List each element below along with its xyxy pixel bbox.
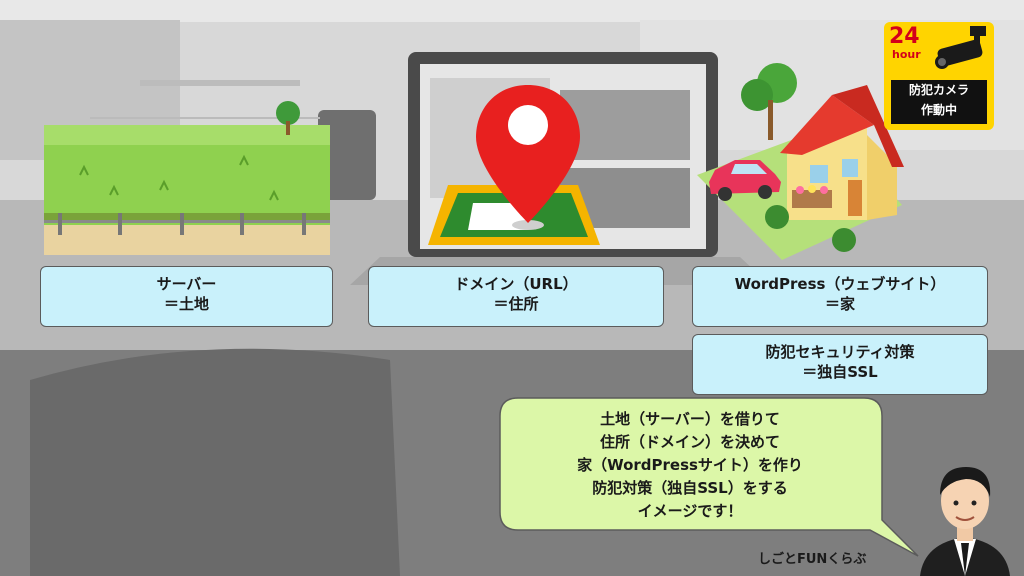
sign-hour-word: hour (892, 48, 921, 61)
security-camera-sign: 24 hour 防犯カメラ 作動中 (884, 22, 994, 130)
domain-label: ドメイン（URL） (454, 275, 578, 293)
sign-line-1: 防犯カメラ (908, 83, 969, 97)
ssl-meaning: ＝独自SSL (802, 363, 878, 381)
domain-info-box: ドメイン（URL） ＝住所 (368, 266, 664, 327)
land-plot-illustration (44, 101, 330, 255)
sign-line-2: 作動中 (920, 103, 957, 117)
ssl-info-box: 防犯セキュリティ対策 ＝独自SSL (692, 334, 988, 395)
presenter-avatar (920, 467, 1010, 576)
bubble-line-1: 土地（サーバー）を借りて (600, 410, 780, 428)
car-illustration (709, 160, 781, 201)
sign-hours: 24 (889, 24, 920, 49)
wordpress-label: WordPress（ウェブサイト） (734, 275, 946, 293)
wordpress-info-box: WordPress（ウェブサイト） ＝家 (692, 266, 988, 327)
sign-label-box: 防犯カメラ 作動中 (891, 80, 987, 124)
brand-name: しごとFUNくらぶ (758, 552, 867, 567)
server-label: サーバー (156, 275, 217, 293)
bubble-text: 土地（サーバー）を借りて 住所（ドメイン）を決めて 家（WordPressサイト… (500, 408, 880, 523)
bubble-line-2: 住所（ドメイン）を決めて (599, 433, 780, 451)
ssl-label: 防犯セキュリティ対策 (765, 343, 915, 361)
map-pin-icon (428, 85, 600, 245)
domain-meaning: ＝住所 (493, 295, 539, 313)
bubble-line-3: 家（WordPressサイト）を作り (577, 456, 803, 474)
security-camera-icon (935, 26, 986, 69)
server-info-box: サーバー ＝土地 (40, 266, 333, 327)
server-meaning: ＝土地 (163, 295, 209, 313)
bubble-line-4: 防犯対策（独自SSL）をする (592, 479, 788, 497)
wordpress-meaning: ＝家 (824, 295, 855, 313)
bubble-line-5: イメージです！ (637, 502, 743, 520)
